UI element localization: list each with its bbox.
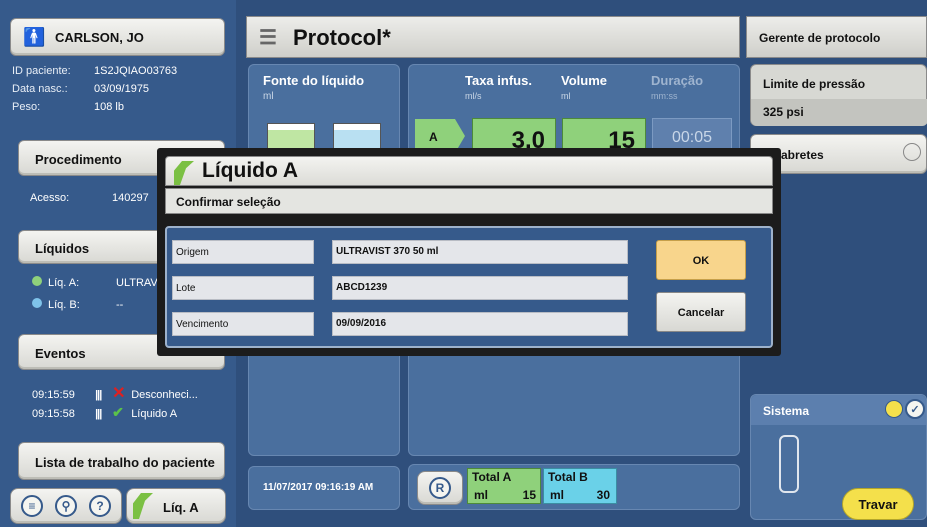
total-b-box: Total B ml 30 bbox=[543, 468, 617, 504]
dialog-title: Líquido A bbox=[202, 159, 299, 182]
patient-name: CARLSON, JO bbox=[55, 30, 144, 45]
liquid-a-dot bbox=[32, 276, 42, 286]
total-a-box: Total A ml 15 bbox=[467, 468, 541, 504]
reset-r-icon: R bbox=[429, 477, 451, 499]
lot-field[interactable]: ABCD1239 bbox=[332, 276, 628, 300]
reset-button[interactable]: R bbox=[417, 471, 463, 505]
dialog-title-bar: Líquido A bbox=[165, 156, 773, 186]
cancel-button[interactable]: Cancelar bbox=[656, 292, 746, 332]
error-x-icon: ✕ bbox=[112, 385, 126, 402]
bottom-toolbar: ≡ ⚲ ? bbox=[10, 488, 122, 524]
liquid-b-row: Líq. B: -- bbox=[32, 298, 123, 311]
ok-button[interactable]: OK bbox=[656, 240, 746, 280]
barcode-icon: ||| bbox=[95, 408, 102, 420]
liquid-a-row: Líq. A: ULTRAV bbox=[32, 276, 158, 289]
lock-button[interactable]: Travar bbox=[842, 488, 914, 520]
access-row: Acesso: 140297 bbox=[30, 192, 149, 204]
patient-worklist-button[interactable]: Lista de trabalho do paciente bbox=[18, 442, 225, 480]
injector-status-icon bbox=[885, 400, 903, 418]
system-ok-icon: ✓ bbox=[905, 399, 925, 419]
check-icon: ✔ bbox=[112, 404, 124, 420]
pressure-limit-panel[interactable]: Limite de pressão 325 psi bbox=[750, 64, 927, 126]
protocol-title: Protocol* bbox=[293, 25, 391, 50]
datetime-panel: 11/07/2017 09:16:19 AM bbox=[248, 466, 400, 510]
arrow-icon bbox=[133, 493, 153, 519]
expiry-field[interactable]: 09/09/2016 bbox=[332, 312, 628, 336]
lot-label: Lote bbox=[172, 276, 314, 300]
protocol-manager-button[interactable]: Gerente de protocolo bbox=[746, 16, 927, 58]
liquid-b-dot bbox=[32, 298, 42, 308]
barcode-icon: ||| bbox=[95, 389, 102, 401]
arrow-icon bbox=[174, 161, 194, 185]
cap-icon bbox=[903, 143, 921, 161]
origin-label: Origem bbox=[172, 240, 314, 264]
help-icon[interactable]: ? bbox=[89, 495, 111, 517]
origin-field[interactable]: ULTRAVIST 370 50 ml bbox=[332, 240, 628, 264]
list-icon[interactable]: ≡ bbox=[21, 495, 43, 517]
protocol-list-icon: ☰ bbox=[259, 27, 277, 49]
system-header[interactable]: Sistema ✓ bbox=[751, 395, 926, 425]
patient-name-button[interactable]: 🚹 CARLSON, JO bbox=[10, 18, 225, 56]
liquid-a-quick-button[interactable]: Líq. A bbox=[126, 488, 226, 524]
person-icon: 🚹 bbox=[23, 27, 46, 47]
injector-head-icon bbox=[779, 435, 799, 493]
protocol-header[interactable]: ☰ Protocol* bbox=[246, 16, 740, 58]
dialog-subtitle-bar: Confirmar seleção bbox=[165, 188, 773, 214]
event-row: 09:15:58 ||| ✔ Líquido A bbox=[32, 404, 178, 420]
event-row: 09:15:59 ||| ✕ Desconheci... bbox=[32, 385, 198, 402]
expiry-label: Vencimento bbox=[172, 312, 314, 336]
wrench-icon[interactable]: ⚲ bbox=[55, 495, 77, 517]
patient-info: ID paciente: 1S2JQIAO03763 Data nasc.: 03/… bbox=[12, 65, 178, 113]
